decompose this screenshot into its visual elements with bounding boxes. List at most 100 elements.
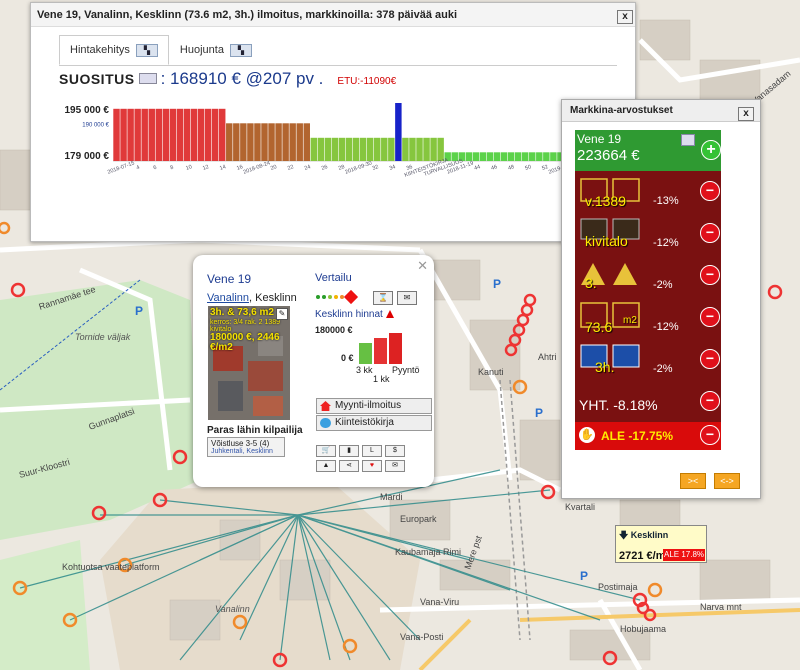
price-bar[interactable] <box>218 108 226 161</box>
price-bar[interactable] <box>155 108 163 161</box>
mini-label-3kk: 3 kk <box>356 365 373 375</box>
price-bar[interactable] <box>183 108 191 161</box>
price-bar[interactable] <box>204 108 212 161</box>
price-bar[interactable] <box>113 108 120 161</box>
price-bar[interactable] <box>374 137 381 161</box>
price-bar[interactable] <box>247 123 254 161</box>
warning-icon[interactable] <box>343 289 359 305</box>
price-bar[interactable] <box>282 123 289 161</box>
remove-factor-button[interactable]: − <box>700 223 720 243</box>
price-bar[interactable] <box>134 108 141 161</box>
price-bar[interactable] <box>465 152 473 161</box>
price-bar[interactable] <box>296 123 303 161</box>
svg-text:P: P <box>135 304 143 318</box>
price-bar[interactable] <box>275 123 282 161</box>
price-bar[interactable] <box>388 137 395 161</box>
hourglass-button[interactable]: ⌛ <box>373 291 393 305</box>
close-button[interactable]: x <box>617 10 633 24</box>
price-bar[interactable] <box>268 123 275 161</box>
price-bar[interactable] <box>416 137 423 161</box>
price-bar[interactable] <box>127 108 134 161</box>
price-bar[interactable] <box>324 137 332 161</box>
price-bar[interactable] <box>500 152 508 161</box>
edit-icon[interactable]: ✎ <box>276 308 288 320</box>
expand-button[interactable]: <-> <box>714 473 740 489</box>
price-bar[interactable] <box>317 137 325 161</box>
price-bar[interactable] <box>352 137 360 161</box>
competitor-button[interactable]: Võistluse 3-5 (4) Juhkentali, Kesklinn <box>207 437 285 457</box>
price-bar[interactable] <box>240 123 247 161</box>
price-bar[interactable] <box>254 123 261 161</box>
price-bar[interactable] <box>550 152 557 161</box>
price-bar[interactable] <box>338 137 346 161</box>
price-bar[interactable] <box>303 123 310 161</box>
price-bar[interactable] <box>493 152 501 161</box>
price-bar[interactable] <box>507 152 515 161</box>
remove-discount-button[interactable]: − <box>700 425 720 445</box>
price-bar[interactable] <box>529 152 536 161</box>
info-icon[interactable] <box>138 73 157 84</box>
price-bar[interactable] <box>395 103 402 161</box>
property-photo[interactable]: 3h. & 73,6 m2 kerros: 3/4 rak. 2 1389 ki… <box>208 306 290 420</box>
price-bar[interactable] <box>366 137 374 161</box>
close-button[interactable]: x <box>738 107 754 121</box>
add-button[interactable]: + <box>701 140 721 160</box>
property-register-button[interactable]: Kiinteistökirja <box>316 415 432 431</box>
tab-hintakehitys[interactable]: Hintakehitys ▚ <box>59 35 169 65</box>
price-bar[interactable] <box>331 137 339 161</box>
price-bar[interactable] <box>409 137 416 161</box>
heart-icon[interactable]: ♥ <box>362 460 382 472</box>
bookmark-icon[interactable]: ▮ <box>339 445 359 457</box>
price-bar[interactable] <box>197 108 205 161</box>
close-icon[interactable]: ✕ <box>417 258 428 274</box>
price-bar[interactable] <box>486 152 494 161</box>
settings-icon[interactable] <box>681 134 695 146</box>
price-bar[interactable] <box>472 152 480 161</box>
price-bar[interactable] <box>261 123 268 161</box>
x-tick-label: 10 <box>185 164 193 172</box>
cart-icon[interactable]: 🛒 <box>316 445 336 457</box>
price-bar[interactable] <box>233 123 240 161</box>
price-bar[interactable] <box>359 137 367 161</box>
chair-icon[interactable]: L <box>362 445 382 457</box>
price-bar[interactable] <box>536 152 543 161</box>
remove-factor-button[interactable]: − <box>700 181 720 201</box>
price-bar[interactable] <box>176 108 184 161</box>
mail-button[interactable]: ✉ <box>397 291 417 305</box>
price-bar[interactable] <box>289 123 296 161</box>
remove-factor-button[interactable]: − <box>700 265 720 285</box>
price-bar[interactable] <box>437 137 444 161</box>
money-icon[interactable]: $ <box>385 445 405 457</box>
price-bar[interactable] <box>148 108 155 161</box>
price-bar[interactable] <box>162 108 170 161</box>
price-bar[interactable] <box>521 152 529 161</box>
price-bar[interactable] <box>141 108 148 161</box>
sale-ad-button[interactable]: Myynti-ilmoitus <box>316 398 432 414</box>
price-bar[interactable] <box>381 137 388 161</box>
district-link[interactable]: Vanalinn <box>207 292 249 304</box>
collapse-button[interactable]: >< <box>680 473 706 489</box>
price-bar[interactable] <box>190 108 198 161</box>
price-bar[interactable] <box>514 152 522 161</box>
district-badge[interactable]: 🡇 Kesklinn 2721 €/m2 ALE 17.8% <box>615 525 707 563</box>
email-icon[interactable]: ✉ <box>385 460 405 472</box>
thumb-icon[interactable]: ▲ <box>316 460 336 472</box>
price-bar[interactable] <box>479 152 487 161</box>
price-bar[interactable] <box>226 123 233 161</box>
price-bar[interactable] <box>430 137 437 161</box>
price-bar[interactable] <box>345 137 353 161</box>
valuation-header: Vene 19 223664 € + <box>575 130 721 171</box>
price-bar[interactable] <box>402 137 409 161</box>
remove-total-button[interactable]: − <box>700 391 720 411</box>
price-bar[interactable] <box>543 152 550 161</box>
price-bar[interactable] <box>423 137 430 161</box>
price-bar[interactable] <box>120 108 127 161</box>
price-bar[interactable] <box>211 108 219 161</box>
price-bar[interactable] <box>169 108 177 161</box>
tab-huojunta[interactable]: Huojunta ▚ <box>169 35 263 65</box>
map-label-europark: Europark <box>400 514 437 524</box>
price-bar[interactable] <box>310 137 318 161</box>
remove-factor-button[interactable]: − <box>700 307 720 327</box>
share-icon[interactable]: ⋖ <box>339 460 359 472</box>
remove-factor-button[interactable]: − <box>700 349 720 369</box>
